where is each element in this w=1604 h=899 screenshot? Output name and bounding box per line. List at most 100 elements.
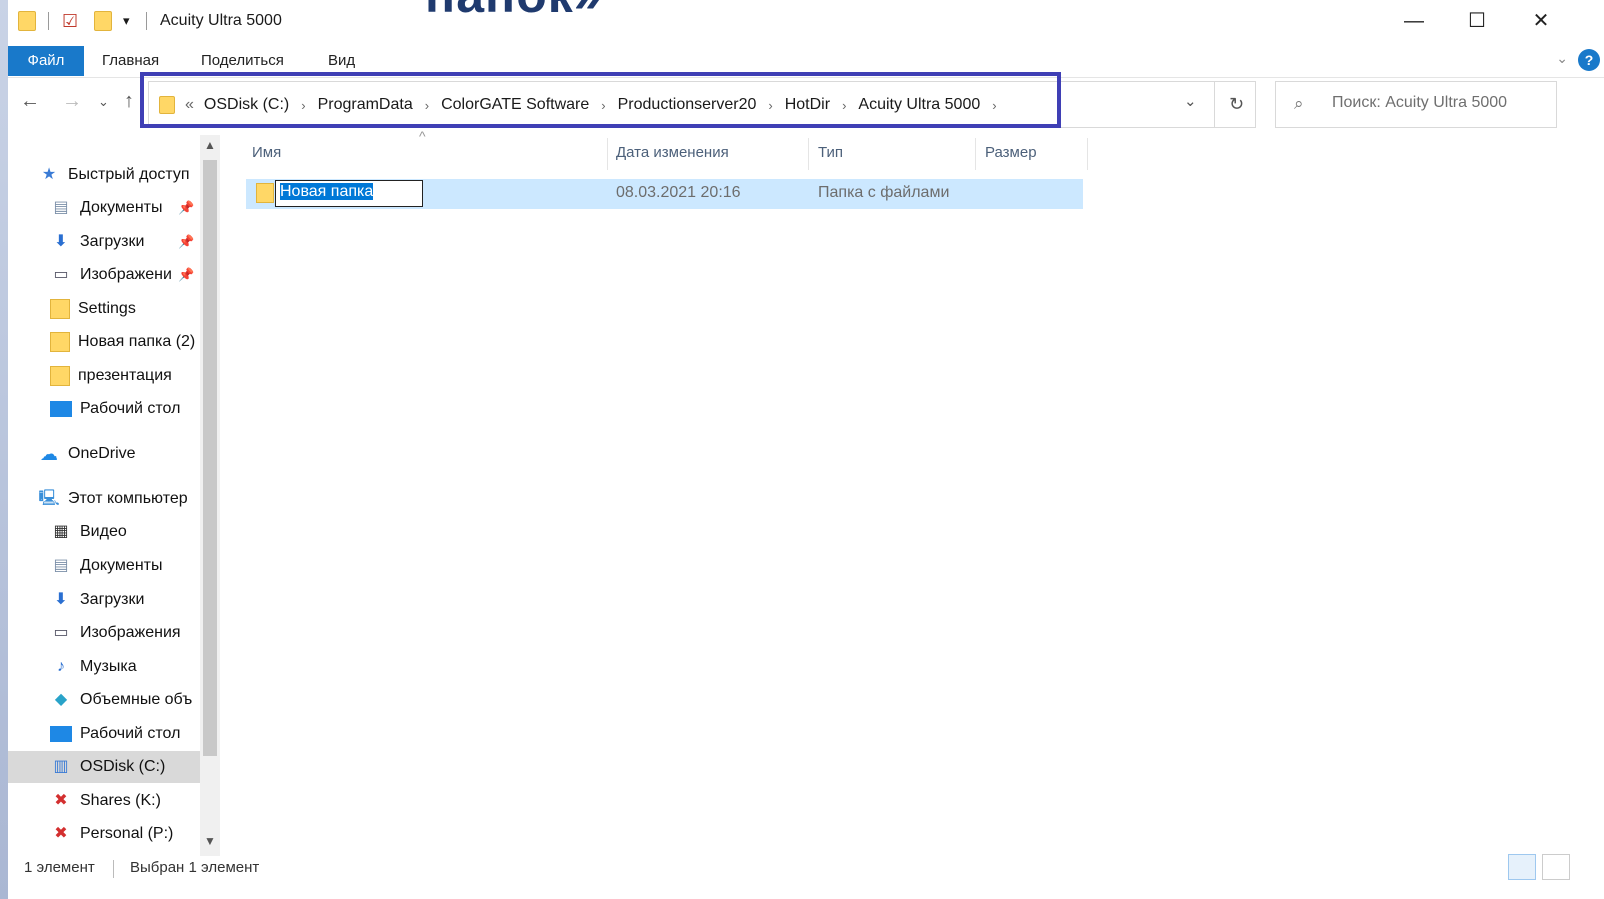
ribbon-expand-icon[interactable]: ⌄ (1556, 50, 1568, 67)
refresh-icon[interactable]: ↻ (1214, 81, 1258, 128)
star-icon: ★ (41, 166, 57, 183)
desktop-icon (50, 401, 72, 417)
column-divider[interactable] (607, 138, 608, 170)
video-icon: ▦ (53, 523, 69, 540)
new-folder-icon[interactable] (94, 11, 112, 33)
desktop-icon (50, 726, 72, 742)
column-divider[interactable] (975, 138, 976, 170)
folder-icon (256, 183, 274, 203)
music-note-icon: ♪ (57, 658, 65, 675)
nav-label: Personal (P:) (80, 825, 174, 842)
title-bar: ☑ ▾ Acuity Ultra 5000 — ☐ ✕ (8, 0, 1604, 42)
nav-pc-documents[interactable]: ▤ Документы (50, 550, 162, 582)
pictures-icon: ▭ (53, 266, 69, 283)
nav-label: Документы (80, 199, 163, 216)
nav-quick-presentation[interactable]: презентация (50, 360, 172, 392)
pin-icon[interactable]: 📌 (178, 200, 194, 216)
search-box[interactable]: ⌕ (1275, 81, 1557, 128)
window-title: Acuity Ultra 5000 (160, 12, 282, 29)
help-button[interactable]: ? (1578, 49, 1600, 71)
nav-pc-music[interactable]: ♪ Музыка (50, 651, 137, 683)
close-button[interactable]: ✕ (1517, 6, 1565, 36)
nav-onedrive[interactable]: ☁ OneDrive (38, 438, 136, 470)
nav-label: Загрузки (80, 591, 145, 608)
column-divider[interactable] (808, 138, 809, 170)
recent-locations-icon[interactable]: ⌄ (98, 94, 109, 110)
nav-label: Быстрый доступ (68, 166, 190, 183)
nav-pc-videos[interactable]: ▦ Видео (50, 516, 126, 548)
address-dropdown-icon[interactable]: ⌄ (1184, 92, 1197, 110)
network-drive-disconnected-icon: ✖ (54, 792, 68, 809)
details-view-icon[interactable] (1508, 854, 1536, 880)
nav-quick-settings[interactable]: Settings (50, 293, 136, 325)
nav-label: Объемные объ (80, 691, 193, 708)
nav-label: Рабочий стол (80, 725, 181, 742)
search-icon: ⌕ (1294, 94, 1304, 113)
column-header-name[interactable]: Имя (252, 138, 281, 168)
nav-pc-osdisk[interactable]: ▥ OSDisk (C:) (8, 751, 200, 783)
nav-quick-desktop[interactable]: Рабочий стол (50, 393, 180, 425)
nav-pc-desktop[interactable]: Рабочий стол (50, 718, 180, 750)
tab-file[interactable]: Файл (8, 46, 84, 76)
navigation-pane: ★ Быстрый доступ ▤ Документы 📌 ⬇ Загрузки 📌… (8, 135, 222, 856)
nav-pc-shares[interactable]: ✖ Shares (K:) (50, 785, 161, 817)
properties-icon[interactable]: ☑ (62, 11, 78, 33)
sort-ascending-icon: ^ (419, 128, 426, 144)
nav-pc-pictures[interactable]: ▭ Изображения (50, 617, 181, 649)
nav-scrollbar-thumb[interactable] (203, 160, 217, 756)
column-header-type[interactable]: Тип (818, 138, 843, 168)
network-drive-disconnected-icon: ✖ (54, 825, 68, 842)
maximize-button[interactable]: ☐ (1453, 6, 1501, 36)
nav-pc-personal[interactable]: ✖ Personal (P:) (50, 818, 173, 850)
nav-label: OneDrive (68, 445, 136, 462)
nav-label: Загрузки (80, 233, 145, 250)
document-icon: ▤ (53, 557, 69, 574)
nav-label: Settings (78, 300, 136, 317)
file-name[interactable]: Новая папка (280, 183, 374, 200)
nav-quick-new-folder-2[interactable]: Новая папка (2) (50, 326, 195, 358)
folder-icon (50, 332, 70, 352)
file-type: Папка с файлами (818, 184, 950, 201)
customize-toolbar-icon[interactable]: ▾ (123, 13, 130, 35)
nav-pc-downloads[interactable]: ⬇ Загрузки (50, 584, 144, 616)
folder-icon (18, 11, 36, 33)
nav-quick-documents[interactable]: ▤ Документы (50, 192, 162, 224)
download-icon: ⬇ (54, 233, 68, 250)
nav-label: Музыка (80, 658, 137, 675)
column-header-size[interactable]: Размер (985, 138, 1037, 168)
up-arrow-icon[interactable]: ↑ (124, 90, 134, 113)
nav-quick-downloads[interactable]: ⬇ Загрузки (50, 226, 144, 258)
status-item-count: 1 элемент (24, 859, 95, 876)
scroll-down-icon[interactable]: ▼ (200, 834, 220, 856)
pin-icon[interactable]: 📌 (178, 267, 194, 283)
large-icons-view-icon[interactable] (1542, 854, 1570, 880)
back-arrow-icon[interactable]: ← (20, 90, 40, 113)
nav-label: Изображения (80, 624, 181, 641)
column-header-date[interactable]: Дата изменения (616, 138, 729, 168)
computer-icon: 🖳 (38, 490, 60, 507)
nav-label: Новая папка (2) (78, 333, 196, 350)
nav-quick-pictures[interactable]: ▭ Изображени (50, 259, 171, 291)
nav-label: OSDisk (C:) (80, 758, 166, 775)
nav-this-pc[interactable]: 🖳 Этот компьютер (38, 483, 187, 515)
nav-pc-3d-objects[interactable]: ◆ Объемные объ (50, 684, 192, 716)
forward-arrow-icon[interactable]: → (62, 90, 82, 113)
nav-quick-access[interactable]: ★ Быстрый доступ (38, 159, 190, 191)
scroll-up-icon[interactable]: ▲ (200, 138, 220, 160)
minimize-button[interactable]: — (1390, 6, 1438, 36)
pin-icon[interactable]: 📌 (178, 234, 194, 250)
column-divider[interactable] (1087, 138, 1088, 170)
slide-heading-fragment: папок» (425, 0, 603, 24)
nav-label: презентация (78, 367, 172, 384)
divider (146, 12, 147, 30)
rename-input[interactable]: Новая папка (275, 180, 423, 207)
folder-icon (50, 299, 70, 319)
divider (48, 12, 49, 30)
slide-edge-strip (0, 0, 8, 899)
status-selected-count: Выбран 1 элемент (130, 859, 260, 876)
search-input[interactable] (1332, 94, 1542, 112)
file-date: 08.03.2021 20:16 (616, 184, 741, 201)
nav-label: Рабочий стол (80, 400, 181, 417)
document-icon: ▤ (53, 199, 69, 216)
divider (113, 860, 114, 878)
